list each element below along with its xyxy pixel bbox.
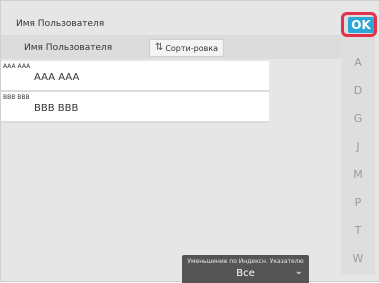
index-letter-m[interactable]: M: [341, 168, 375, 181]
sort-button-label: Сорти-ровка: [165, 43, 219, 53]
sort-arrows-icon: ⇅: [154, 42, 164, 53]
list-item-small-text: BBB BBB: [3, 94, 30, 101]
index-bar: A D G J M P T W: [341, 12, 375, 275]
index-filter-caption: Уменьшение по Индексн. Указателю: [187, 258, 304, 265]
list-item[interactable]: AAA AAA AAA AAA: [1, 61, 269, 92]
index-letter-a[interactable]: A: [341, 56, 375, 69]
list-item-main-text: AAA AAA: [34, 72, 80, 83]
chevron-down-icon: ⌄: [294, 266, 303, 277]
address-book-screen: Имя Пользователя Имя Пользователя ⇅ Сорт…: [0, 0, 380, 283]
index-letter-g[interactable]: G: [341, 112, 375, 125]
index-letter-d[interactable]: D: [341, 84, 375, 97]
column-label-user-name: Имя Пользователя: [24, 43, 113, 53]
index-filter-value: Все: [236, 268, 255, 279]
index-letter-w[interactable]: W: [341, 252, 375, 265]
ok-button[interactable]: OK: [348, 17, 374, 33]
screen-title: Имя Пользователя: [16, 19, 105, 29]
index-letter-j[interactable]: J: [341, 140, 375, 153]
sort-button[interactable]: ⇅ Сорти-ровка: [149, 39, 224, 57]
list-item-small-text: AAA AAA: [3, 63, 31, 70]
user-list: AAA AAA AAA AAA BBB BBB BBB BBB: [1, 61, 269, 123]
index-letter-p[interactable]: P: [341, 196, 375, 209]
list-item-main-text: BBB BBB: [34, 103, 79, 114]
index-filter-dropdown[interactable]: Уменьшение по Индексн. Указателю Все ⌄: [182, 255, 309, 283]
list-item[interactable]: BBB BBB BBB BBB: [1, 92, 269, 123]
index-letter-t[interactable]: T: [341, 224, 375, 237]
